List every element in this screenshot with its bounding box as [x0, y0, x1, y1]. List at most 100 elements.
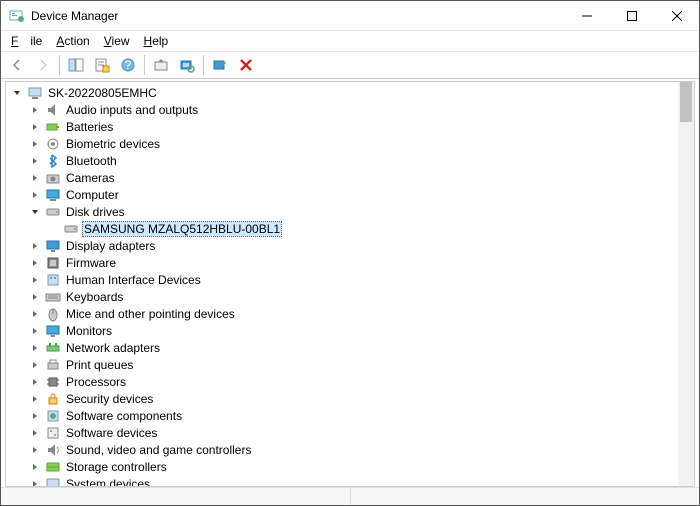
tree-item-label: Display adapters [64, 239, 157, 253]
toolbar-separator [144, 55, 145, 75]
tree-item-label: Monitors [64, 324, 114, 338]
pc-icon [27, 85, 43, 101]
expand-icon[interactable] [28, 477, 42, 487]
tree-category[interactable]: Monitors [6, 322, 694, 339]
tree-item-label: Audio inputs and outputs [64, 103, 200, 117]
tree-item-label: Software components [64, 409, 184, 423]
hid-icon [45, 272, 61, 288]
menu-help[interactable]: Help [138, 32, 175, 50]
app-icon [9, 8, 25, 24]
enable-device-button[interactable] [208, 53, 232, 77]
swcomp-icon [45, 408, 61, 424]
tree-category[interactable]: Mice and other pointing devices [6, 305, 694, 322]
tree-category[interactable]: Cameras [6, 169, 694, 186]
monitor-icon [45, 323, 61, 339]
disk-icon [63, 221, 79, 237]
expand-icon[interactable] [28, 426, 42, 440]
close-button[interactable] [654, 1, 699, 30]
tree-category[interactable]: Network adapters [6, 339, 694, 356]
expand-icon[interactable] [28, 273, 42, 287]
tree-item-label: Batteries [64, 120, 115, 134]
collapse-icon[interactable] [10, 86, 24, 100]
biometric-icon [45, 136, 61, 152]
device-tree[interactable]: SK-20220805EMHC Audio inputs and outputs B… [6, 82, 694, 486]
tree-item-label: Security devices [64, 392, 155, 406]
expand-icon[interactable] [28, 443, 42, 457]
audio-icon [45, 102, 61, 118]
tree-item-label: Software devices [64, 426, 159, 440]
tree-category[interactable]: Disk drives [6, 203, 694, 220]
tree-item-label: SAMSUNG MZALQ512HBLU-00BL1 [82, 221, 282, 237]
menu-action[interactable]: Action [50, 32, 95, 50]
back-button[interactable] [5, 53, 29, 77]
tree-category[interactable]: Biometric devices [6, 135, 694, 152]
titlebar: Device Manager [1, 1, 699, 31]
tree-category[interactable]: Sound, video and game controllers [6, 441, 694, 458]
tree-category[interactable]: System devices [6, 475, 694, 486]
expand-icon[interactable] [28, 256, 42, 270]
expand-icon[interactable] [28, 341, 42, 355]
menu-view[interactable]: View [98, 32, 136, 50]
forward-button[interactable] [31, 53, 55, 77]
network-icon [45, 340, 61, 356]
expand-icon[interactable] [28, 392, 42, 406]
tree-item-label: SK-20220805EMHC [46, 86, 159, 100]
expand-icon[interactable] [28, 375, 42, 389]
expand-icon[interactable] [28, 103, 42, 117]
help-button[interactable]: ? [116, 53, 140, 77]
tree-category[interactable]: Software components [6, 407, 694, 424]
keyboard-icon [45, 289, 61, 305]
expand-icon[interactable] [28, 358, 42, 372]
status-pane-left [1, 488, 351, 505]
expand-icon[interactable] [28, 409, 42, 423]
tree-device[interactable]: SAMSUNG MZALQ512HBLU-00BL1 [6, 220, 694, 237]
expand-icon[interactable] [28, 290, 42, 304]
expand-icon[interactable] [28, 120, 42, 134]
collapse-icon[interactable] [28, 205, 42, 219]
status-pane-right [351, 488, 700, 505]
expand-icon[interactable] [28, 239, 42, 253]
display-icon [45, 238, 61, 254]
bluetooth-icon [45, 153, 61, 169]
expand-icon[interactable] [28, 324, 42, 338]
mouse-icon [45, 306, 61, 322]
expand-icon[interactable] [28, 460, 42, 474]
tree-category[interactable]: Security devices [6, 390, 694, 407]
tree-category[interactable]: Firmware [6, 254, 694, 271]
tree-category[interactable]: Bluetooth [6, 152, 694, 169]
show-hide-tree-button[interactable] [64, 53, 88, 77]
update-driver-button[interactable] [149, 53, 173, 77]
tree-category[interactable]: Display adapters [6, 237, 694, 254]
expand-icon[interactable] [28, 188, 42, 202]
tree-item-label: Cameras [64, 171, 117, 185]
window-controls [564, 1, 699, 30]
properties-button[interactable] [90, 53, 114, 77]
uninstall-device-button[interactable] [234, 53, 258, 77]
expand-placeholder [46, 222, 60, 236]
tree-category[interactable]: Keyboards [6, 288, 694, 305]
tree-category[interactable]: Storage controllers [6, 458, 694, 475]
tree-category[interactable]: Batteries [6, 118, 694, 135]
camera-icon [45, 170, 61, 186]
minimize-button[interactable] [564, 1, 609, 30]
tree-category[interactable]: Computer [6, 186, 694, 203]
tree-item-label: Network adapters [64, 341, 162, 355]
menu-file[interactable]: File [5, 32, 48, 50]
disk-icon [45, 204, 61, 220]
tree-category[interactable]: Print queues [6, 356, 694, 373]
expand-icon[interactable] [28, 137, 42, 151]
tree-root[interactable]: SK-20220805EMHC [6, 84, 694, 101]
tree-item-label: Bluetooth [64, 154, 119, 168]
tree-category[interactable]: Processors [6, 373, 694, 390]
tree-category[interactable]: Software devices [6, 424, 694, 441]
maximize-button[interactable] [609, 1, 654, 30]
expand-icon[interactable] [28, 307, 42, 321]
tree-category[interactable]: Audio inputs and outputs [6, 101, 694, 118]
scan-hardware-button[interactable] [175, 53, 199, 77]
tree-item-label: Storage controllers [64, 460, 169, 474]
scroll-thumb[interactable] [680, 82, 692, 122]
expand-icon[interactable] [28, 171, 42, 185]
expand-icon[interactable] [28, 154, 42, 168]
vertical-scrollbar[interactable] [678, 82, 694, 486]
tree-category[interactable]: Human Interface Devices [6, 271, 694, 288]
